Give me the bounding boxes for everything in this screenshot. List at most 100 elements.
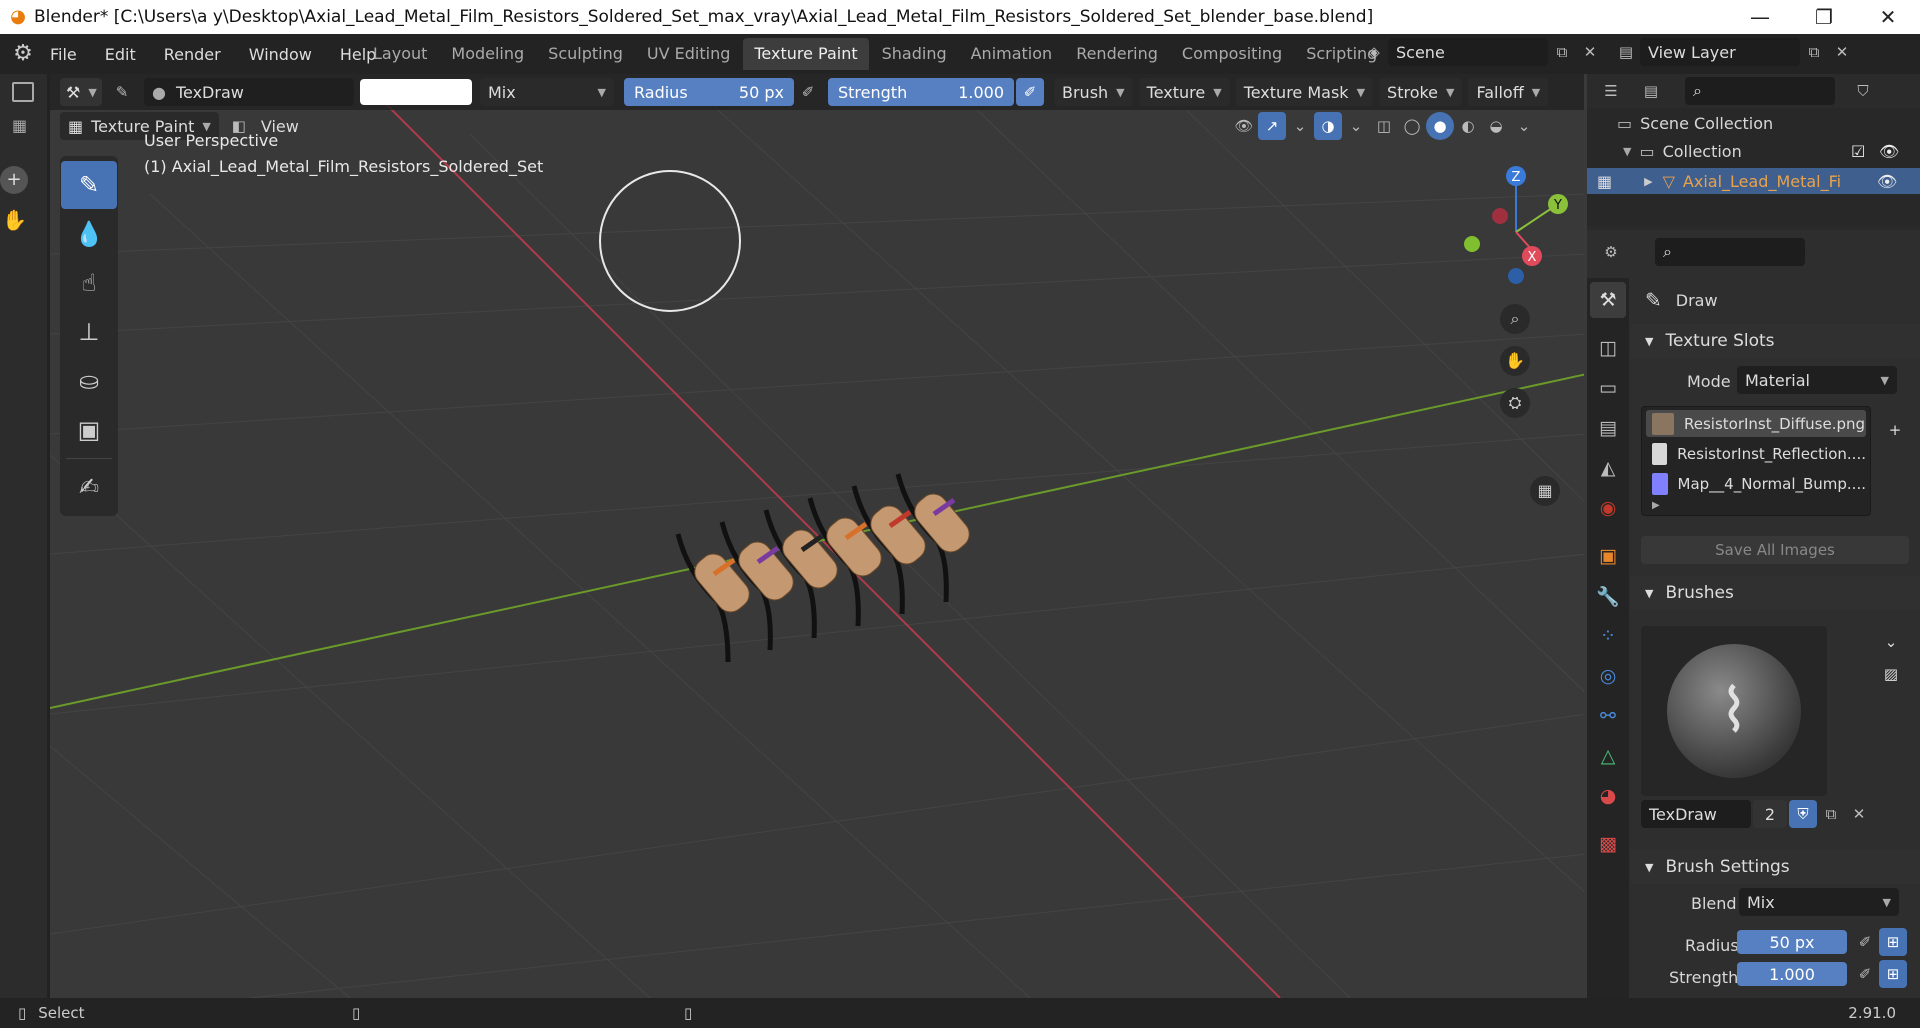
brush-preview[interactable]: ⌇ xyxy=(1641,626,1827,796)
tab-texture-paint[interactable]: Texture Paint xyxy=(743,38,869,70)
render-tab-icon[interactable]: ◫ xyxy=(1590,330,1626,366)
mask-tool-icon[interactable]: ▣ xyxy=(61,406,117,454)
wireframe-shading-icon[interactable]: ◯ xyxy=(1398,112,1426,140)
unified-radius-icon[interactable]: ⊞ xyxy=(1879,928,1907,956)
minimize-button[interactable]: — xyxy=(1728,0,1792,34)
expand-icon[interactable]: ▶ xyxy=(1644,175,1652,188)
collection-row[interactable]: ▼ ▭ Collection ☑ 👁 xyxy=(1623,142,1920,161)
remove-view-layer-icon[interactable]: ✕ xyxy=(1828,38,1856,66)
tab-shading[interactable]: Shading xyxy=(871,38,958,70)
zoom-plus-icon[interactable]: + xyxy=(0,166,28,194)
scene-tab-icon[interactable]: ◭ xyxy=(1590,450,1626,486)
chevron-down-icon[interactable]: ⌄ xyxy=(1342,112,1370,140)
menu-file[interactable]: File xyxy=(50,45,77,64)
clone-tool-icon[interactable]: ⊥ xyxy=(61,308,117,356)
tab-uv-editing[interactable]: UV Editing xyxy=(636,38,741,70)
visibility-icon[interactable]: 👁 xyxy=(1230,112,1258,140)
draw-tool-icon[interactable]: ✎ xyxy=(61,161,117,209)
new-scene-icon[interactable]: ⧉ xyxy=(1548,38,1576,66)
menu-render[interactable]: Render xyxy=(164,45,221,64)
tab-animation[interactable]: Animation xyxy=(960,38,1064,70)
strength-pressure-icon[interactable]: ✐ xyxy=(1851,960,1879,988)
color-swatch[interactable] xyxy=(360,79,472,105)
gizmo-toggle-icon[interactable]: ↗ xyxy=(1258,112,1286,140)
menu-texture-mask[interactable]: Texture Mask ▼ xyxy=(1235,78,1374,106)
chevron-down-icon[interactable]: ⌄ xyxy=(1286,112,1314,140)
menu-window[interactable]: Window xyxy=(249,45,312,64)
blender-menu-icon[interactable]: ⚙ xyxy=(10,41,36,67)
constraints-tab-icon[interactable]: ⚯ xyxy=(1590,698,1626,734)
filter-icon[interactable]: ⛉ xyxy=(1849,77,1877,105)
properties-editor-icon[interactable]: ⚙ xyxy=(1597,238,1625,266)
texture-slots-panel-header[interactable]: ▼ Texture Slots xyxy=(1631,324,1920,358)
menu-falloff[interactable]: Falloff ▼ xyxy=(1468,78,1549,106)
brush-strength-slider[interactable]: 1.000 xyxy=(1737,962,1847,986)
radius-slider[interactable]: Radius 50 px xyxy=(624,78,794,106)
soften-tool-icon[interactable]: 💧 xyxy=(61,210,117,258)
texture-slot-item[interactable]: Map__4_Normal_Bump.... xyxy=(1646,470,1866,497)
brush-users-count[interactable]: 2 xyxy=(1753,800,1787,828)
fake-user-shield-icon[interactable]: ⛨ xyxy=(1789,800,1817,828)
expand-icon[interactable]: ▼ xyxy=(1623,145,1631,158)
display-mode-icon[interactable]: ▤ xyxy=(1637,77,1665,105)
output-tab-icon[interactable]: ▭ xyxy=(1590,370,1626,406)
physics-tab-icon[interactable]: ◎ xyxy=(1590,658,1626,694)
axis-gizmo[interactable]: Z Y X xyxy=(1444,132,1584,292)
strength-pressure-icon[interactable]: ✐ xyxy=(1016,78,1044,106)
brush-radius-slider[interactable]: 50 px xyxy=(1737,930,1847,954)
menu-brush[interactable]: Brush ▼ xyxy=(1054,78,1133,106)
chevron-down-icon[interactable]: ⌄ xyxy=(1877,628,1905,656)
tab-sculpting[interactable]: Sculpting xyxy=(537,38,634,70)
list-expand-icon[interactable]: ▶ xyxy=(1652,500,1870,511)
unlink-brush-icon[interactable]: ✕ xyxy=(1845,800,1873,828)
particles-tab-icon[interactable]: ⁘ xyxy=(1590,618,1626,654)
add-slot-button[interactable]: + xyxy=(1881,416,1909,444)
smear-tool-icon[interactable]: ☝ xyxy=(61,259,117,307)
checkbox-icon[interactable]: ☑ xyxy=(1851,142,1865,161)
view-layer-field[interactable]: View Layer xyxy=(1640,38,1800,66)
scene-collection-row[interactable]: ▭ Scene Collection xyxy=(1617,114,1773,133)
modifier-tab-icon[interactable]: 🔧 xyxy=(1590,578,1626,614)
slot-mode-dropdown[interactable]: Material ▼ xyxy=(1737,366,1897,394)
object-tab-icon[interactable]: ▣ xyxy=(1590,538,1626,574)
tab-layout[interactable]: Layout xyxy=(362,38,438,70)
editor-type-icon[interactable] xyxy=(12,82,34,102)
scene-icon[interactable]: ◈ xyxy=(1360,38,1388,66)
tool-settings-dropdown[interactable]: ⚒ ▼ xyxy=(60,78,102,106)
brushes-panel-header[interactable]: ▼ Brushes xyxy=(1631,576,1920,610)
view-layer-tab-icon[interactable]: ▤ xyxy=(1590,410,1626,446)
radius-pressure-icon[interactable]: ✐ xyxy=(1851,928,1879,956)
outliner-editor-icon[interactable]: ☰ xyxy=(1597,77,1625,105)
material-tab-icon[interactable]: ◕ xyxy=(1590,778,1626,814)
image-icon[interactable]: ▨ xyxy=(1877,660,1905,688)
radius-pressure-icon[interactable]: ✐ xyxy=(794,78,822,106)
eye-icon[interactable]: 👁 xyxy=(1877,172,1897,191)
menu-texture[interactable]: Texture ▼ xyxy=(1138,78,1230,106)
tool-tab-icon[interactable]: ⚒ xyxy=(1590,282,1626,318)
menu-stroke[interactable]: Stroke ▼ xyxy=(1379,78,1463,106)
strength-slider[interactable]: Strength 1.000 xyxy=(828,78,1014,106)
tab-modeling[interactable]: Modeling xyxy=(440,38,535,70)
fill-tool-icon[interactable]: ⛀ xyxy=(61,357,117,405)
blend-dropdown[interactable]: Mix ▼ xyxy=(480,78,614,106)
checker-icon[interactable]: ▦ xyxy=(12,116,34,136)
tab-rendering[interactable]: Rendering xyxy=(1065,38,1169,70)
texture-tab-icon[interactable]: ▩ xyxy=(1590,826,1626,862)
unified-strength-icon[interactable]: ⊞ xyxy=(1879,960,1907,988)
brush-settings-panel-header[interactable]: ▼ Brush Settings xyxy=(1631,850,1920,884)
texture-slot-item[interactable]: ResistorInst_Diffuse.png xyxy=(1646,410,1866,437)
brush-tool-icon[interactable]: ✎ xyxy=(108,78,136,106)
world-tab-icon[interactable]: ◉ xyxy=(1590,490,1626,526)
zoom-icon[interactable]: ⌕ xyxy=(1500,304,1530,334)
eye-icon[interactable]: 👁 xyxy=(1879,142,1899,161)
brush-blend-dropdown[interactable]: Mix ▼ xyxy=(1739,888,1899,916)
close-button[interactable]: ✕ xyxy=(1856,0,1920,34)
3d-viewport[interactable]: ⚒ ▼ ✎ ● TexDraw Mix ▼ Radius 50 px ✐ Stren… xyxy=(47,74,1584,998)
pan-hand-icon[interactable]: ✋ xyxy=(1500,346,1530,376)
brush-selector[interactable]: ● TexDraw xyxy=(144,78,354,106)
scene-field[interactable]: Scene xyxy=(1388,38,1548,66)
duplicate-brush-icon[interactable]: ⧉ xyxy=(1817,800,1845,828)
view-layer-icon[interactable]: ▤ xyxy=(1612,38,1640,66)
perspective-grid-icon[interactable]: ▦ xyxy=(1530,476,1560,506)
hand-icon[interactable]: ✋ xyxy=(2,208,28,234)
